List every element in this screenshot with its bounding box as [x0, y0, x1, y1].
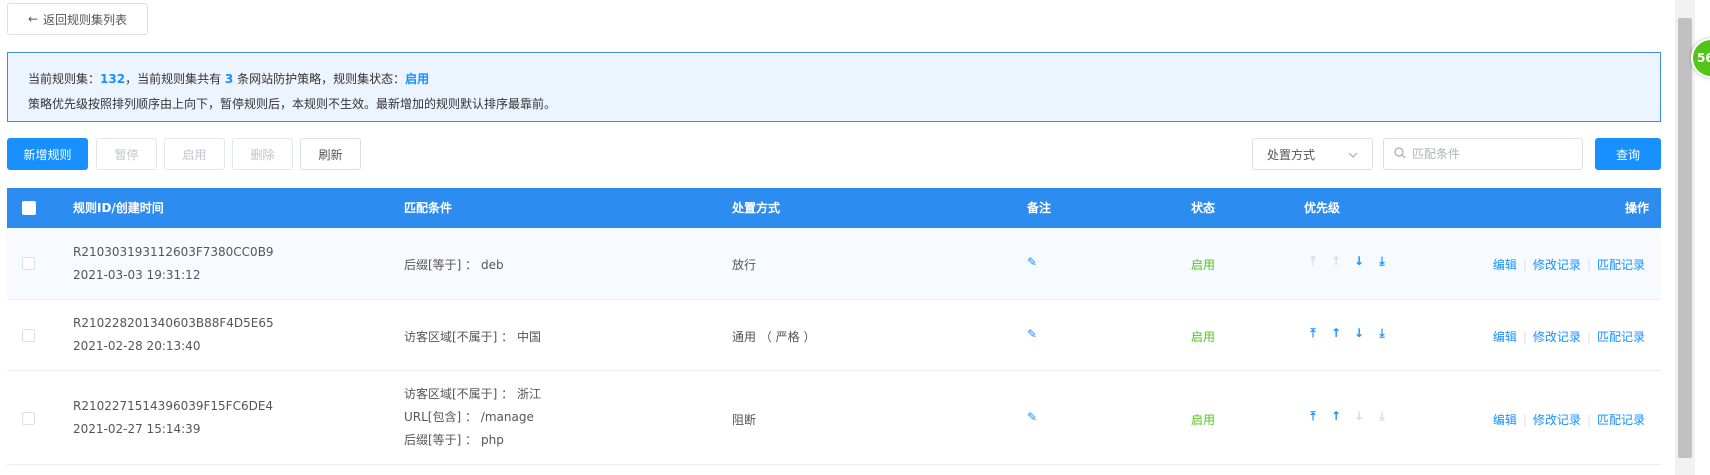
policy-count: 3 — [224, 72, 234, 86]
rule-id: R2102271514396039F15FC6DE4 — [73, 399, 274, 413]
rule-id: R210228201340603B88F4D5E65 — [73, 316, 274, 330]
header-id: 规则ID/创建时间 — [73, 201, 164, 215]
move-bottom-icon[interactable]: ⤓ — [1376, 326, 1388, 341]
move-up-icon[interactable]: ↑ — [1330, 326, 1342, 341]
arrow-left-icon: ← — [27, 12, 39, 26]
header-priority: 优先级 — [1304, 201, 1341, 215]
header-action: 处置方式 — [732, 201, 781, 215]
match-history-link[interactable]: 匹配记录 — [1597, 411, 1645, 428]
table-row: R2102271514396039F15FC6DE4 2021-02-27 15… — [7, 371, 1661, 465]
edit-note-icon[interactable]: ✎ — [1027, 255, 1037, 269]
modify-history-link[interactable]: 修改记录 — [1533, 256, 1581, 273]
modify-history-link[interactable]: 修改记录 — [1533, 411, 1581, 428]
scrollbar-thumb[interactable] — [1678, 18, 1692, 458]
move-up-icon[interactable]: ↑ — [1330, 409, 1342, 424]
toolbar: 新增规则 暂停 启用 删除 刷新 处置方式 查询 — [7, 138, 1661, 170]
delete-button[interactable]: 删除 — [232, 138, 293, 170]
ruleset-id: 132 — [100, 72, 126, 86]
condition: 访客区域[不属于] ： 浙江 — [404, 387, 541, 401]
rule-id-cell: R210303193112603F7380CC0B9 2021-03-03 19… — [73, 241, 274, 287]
refresh-button[interactable]: 刷新 — [300, 138, 361, 170]
enable-button[interactable]: 启用 — [164, 138, 225, 170]
condition: 后缀[等于] ： php — [404, 433, 504, 447]
priority-controls: ⤒ ↑ ↓ ⤓ — [1307, 254, 1388, 269]
action-filter-select[interactable]: 处置方式 — [1252, 138, 1373, 170]
edit-link[interactable]: 编辑 — [1493, 256, 1517, 273]
divider: | — [1522, 257, 1527, 272]
vertical-scrollbar[interactable] — [1675, 0, 1695, 475]
condition: 后缀[等于] ： deb — [404, 258, 504, 272]
move-down-icon[interactable]: ↓ — [1353, 326, 1365, 341]
table-header: 规则ID/创建时间 匹配条件 处置方式 备注 状态 优先级 操作 — [7, 188, 1661, 228]
header-status: 状态 — [1191, 201, 1216, 215]
rule-id-cell: R2102271514396039F15FC6DE4 2021-02-27 15… — [73, 395, 273, 441]
edit-note-icon[interactable]: ✎ — [1027, 327, 1037, 341]
status-badge: 启用 — [1191, 413, 1216, 427]
move-down-icon[interactable]: ↓ — [1353, 409, 1365, 424]
table-row: R210228201340603B88F4D5E65 2021-02-28 20… — [7, 300, 1661, 371]
rule-id-cell: R210228201340603B88F4D5E65 2021-02-28 20… — [73, 312, 274, 358]
edit-note-icon[interactable]: ✎ — [1027, 410, 1037, 424]
notice-line-1: 当前规则集：132，当前规则集共有 3 条网站防护策略，规则集状态：启用 — [28, 72, 430, 86]
move-bottom-icon[interactable]: ⤓ — [1376, 254, 1388, 269]
status-badge: 启用 — [1191, 330, 1216, 344]
table-row: R210303193112603F7380CC0B9 2021-03-03 19… — [7, 228, 1661, 300]
move-top-icon[interactable]: ⤒ — [1307, 254, 1319, 269]
move-bottom-icon[interactable]: ⤓ — [1376, 409, 1388, 424]
modify-history-link[interactable]: 修改记录 — [1533, 328, 1581, 345]
match-history-link[interactable]: 匹配记录 — [1597, 328, 1645, 345]
priority-controls: ⤒ ↑ ↓ ⤓ — [1307, 409, 1388, 424]
rule-management-page: ← 返回规则集列表 当前规则集：132，当前规则集共有 3 条网站防护策略，规则… — [0, 0, 1710, 475]
notice-line-2: 策略优先级按照排列顺序由上向下，暂停规则后，本规则不生效。最新增加的规则默认排序… — [28, 97, 557, 111]
back-to-ruleset-list-button[interactable]: ← 返回规则集列表 — [7, 3, 148, 35]
move-top-icon[interactable]: ⤒ — [1307, 409, 1319, 424]
pause-button[interactable]: 暂停 — [96, 138, 157, 170]
divider: | — [1586, 329, 1591, 344]
status-badge: 启用 — [1191, 258, 1216, 272]
created-time: 2021-02-28 20:13:40 — [73, 339, 201, 353]
divider: | — [1586, 257, 1591, 272]
condition-list: 访客区域[不属于] ： 浙江 URL[包含] ： /manage 后缀[等于] … — [404, 383, 541, 452]
header-ops: 操作 — [1624, 201, 1649, 215]
created-time: 2021-03-03 19:31:12 — [73, 268, 201, 282]
action-cell: 通用 （ 严格 ） — [732, 330, 816, 344]
select-all-checkbox[interactable] — [22, 201, 36, 215]
action-cell: 放行 — [732, 258, 757, 272]
search-box[interactable] — [1383, 138, 1583, 170]
condition: 访客区域[不属于] ： 中国 — [404, 330, 541, 344]
condition: URL[包含] ： /manage — [404, 410, 534, 424]
row-ops: 编辑 | 修改记录 | 匹配记录 — [1493, 256, 1645, 273]
move-up-icon[interactable]: ↑ — [1330, 254, 1342, 269]
rules-table: 规则ID/创建时间 匹配条件 处置方式 备注 状态 优先级 操作 R210303… — [7, 188, 1661, 465]
search-icon — [1394, 146, 1406, 162]
row-checkbox[interactable] — [22, 412, 35, 425]
rule-id: R210303193112603F7380CC0B9 — [73, 245, 274, 259]
add-rule-button[interactable]: 新增规则 — [7, 138, 88, 170]
header-note: 备注 — [1027, 201, 1052, 215]
move-top-icon[interactable]: ⤒ — [1307, 326, 1319, 341]
chevron-down-icon — [1348, 147, 1358, 161]
ruleset-info-notice: 当前规则集：132，当前规则集共有 3 条网站防护策略，规则集状态：启用 策略优… — [7, 52, 1661, 122]
row-ops: 编辑 | 修改记录 | 匹配记录 — [1493, 411, 1645, 428]
created-time: 2021-02-27 15:14:39 — [73, 422, 201, 436]
header-condition: 匹配条件 — [404, 201, 453, 215]
move-down-icon[interactable]: ↓ — [1353, 254, 1365, 269]
edit-link[interactable]: 编辑 — [1493, 328, 1517, 345]
row-ops: 编辑 | 修改记录 | 匹配记录 — [1493, 328, 1645, 345]
divider: | — [1586, 412, 1591, 427]
divider: | — [1522, 412, 1527, 427]
ruleset-status: 启用 — [405, 72, 430, 86]
priority-controls: ⤒ ↑ ↓ ⤓ — [1307, 326, 1388, 341]
query-button[interactable]: 查询 — [1595, 138, 1661, 170]
edit-link[interactable]: 编辑 — [1493, 411, 1517, 428]
divider: | — [1522, 329, 1527, 344]
action-cell: 阻断 — [732, 413, 757, 427]
match-history-link[interactable]: 匹配记录 — [1597, 256, 1645, 273]
row-checkbox[interactable] — [22, 329, 35, 342]
row-checkbox[interactable] — [22, 257, 35, 270]
match-condition-input[interactable] — [1412, 147, 1572, 161]
